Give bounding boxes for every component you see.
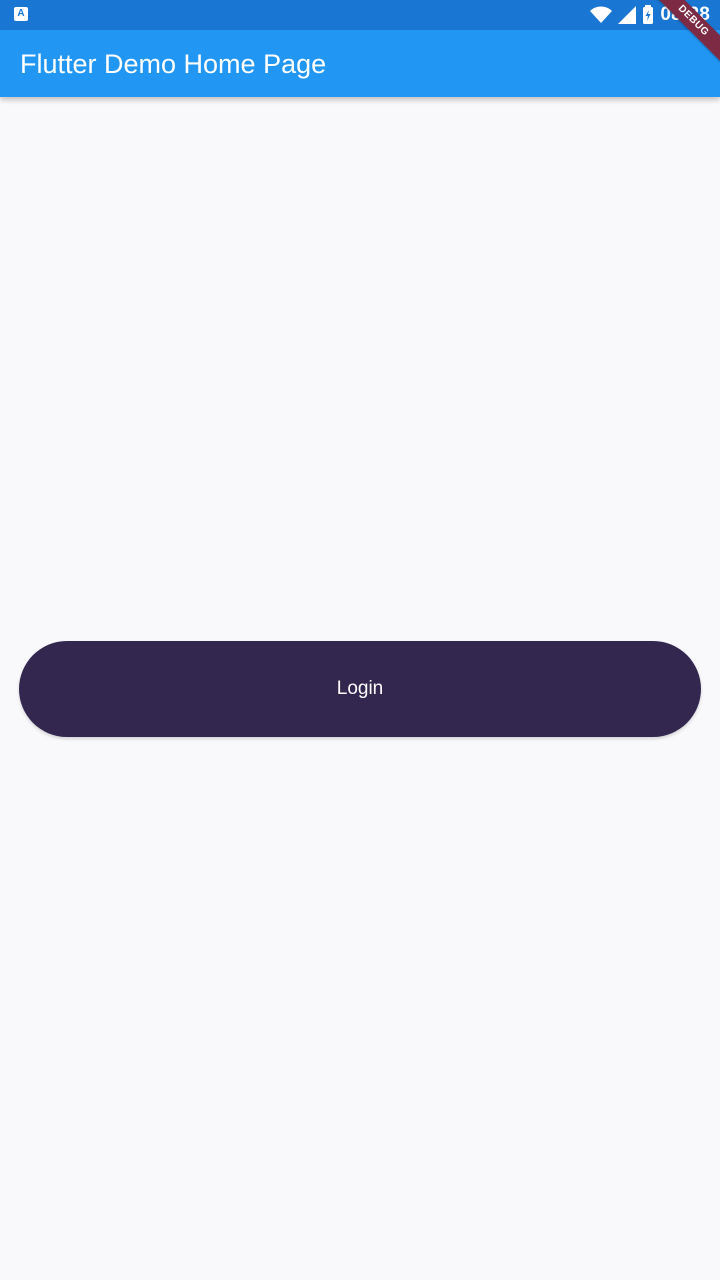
login-button[interactable]: Login [19, 641, 701, 737]
a-icon: A [14, 7, 28, 21]
status-bar: A 08:28 [0, 0, 720, 30]
app-bar: Flutter Demo Home Page [0, 30, 720, 97]
battery-icon [643, 5, 654, 24]
wifi-icon [590, 6, 613, 23]
cell-signal-icon [618, 6, 637, 24]
app-screen: A 08:28 Flutter Demo Home Page DEBUG Log… [0, 0, 720, 1280]
page-title: Flutter Demo Home Page [20, 49, 327, 79]
